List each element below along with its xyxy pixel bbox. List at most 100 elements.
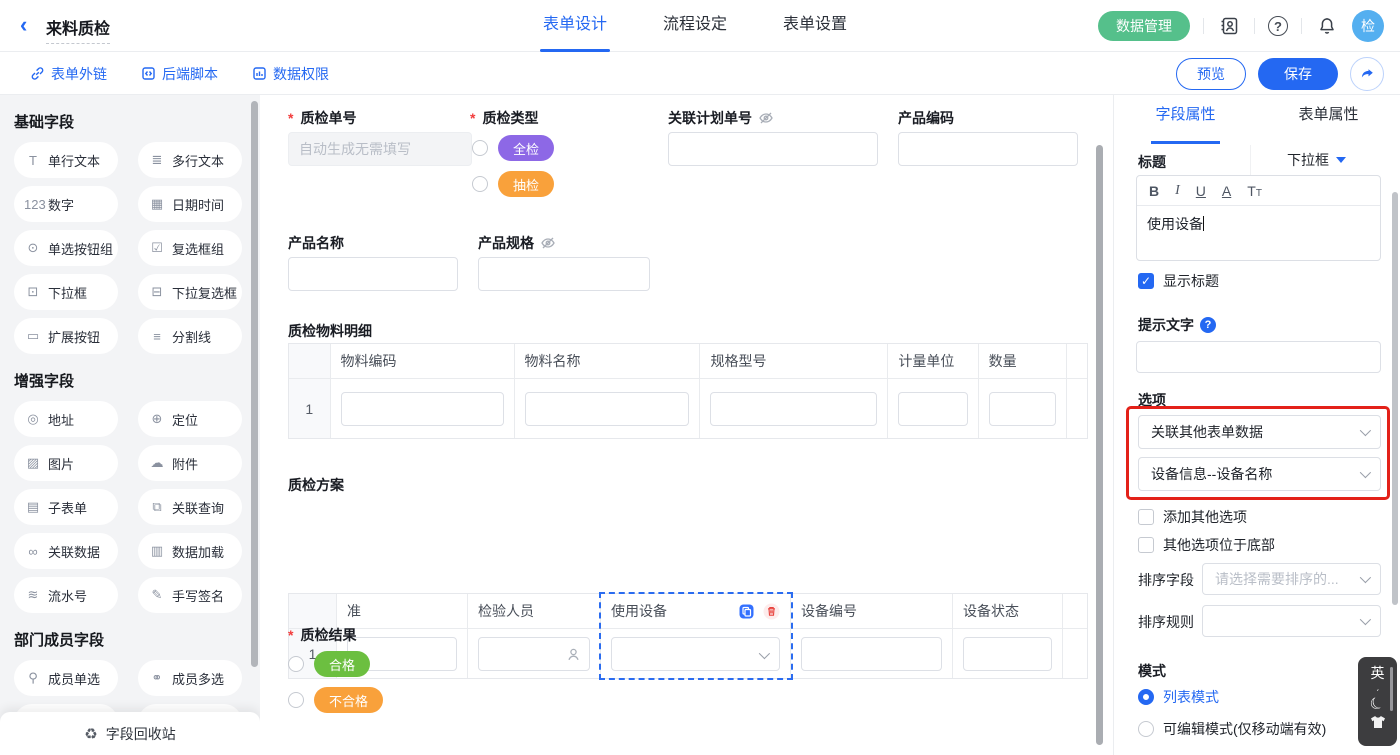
field-pill[interactable]: ✎ 手写签名 [138, 577, 242, 613]
font-size-button[interactable]: TT [1247, 183, 1262, 199]
dark-mode-icon[interactable]: ☾ [1366, 692, 1388, 716]
field-pill[interactable]: ⊟ 下拉复选框 [138, 274, 242, 310]
device-status-input[interactable] [963, 637, 1052, 671]
spec-model-input[interactable] [710, 392, 877, 426]
header-cell-rownum [289, 344, 331, 378]
field-pill[interactable]: ▦ 日期时间 [138, 186, 242, 222]
tab-form-setting[interactable]: 表单设置 [783, 0, 847, 52]
member-field-list: ⚲ 成员单选 ⚭ 成员多选 [0, 660, 260, 696]
option-pill[interactable]: 不合格 [314, 687, 383, 713]
field-pill[interactable]: ▨ 图片 [14, 445, 118, 481]
product-code-input[interactable] [898, 132, 1078, 166]
field-pill[interactable]: ∞ 关联数据 [14, 533, 118, 569]
product-name-input[interactable] [288, 257, 458, 291]
inspect-no-input[interactable] [288, 132, 472, 166]
tab-form-props[interactable]: 表单属性 [1257, 95, 1400, 137]
field-pill[interactable]: ◎ 地址 [14, 401, 118, 437]
share-button[interactable] [1350, 57, 1384, 91]
material-code-input[interactable] [341, 392, 504, 426]
tshirt-icon[interactable] [1370, 715, 1386, 729]
translate-float-widget[interactable]: 英 ˏ ☾ [1358, 657, 1397, 746]
product-spec-input[interactable] [478, 257, 650, 291]
delete-column-icon[interactable] [763, 603, 780, 620]
add-other-checkbox[interactable] [1138, 509, 1154, 525]
sidebar-scrollbar[interactable] [251, 101, 258, 667]
backend-script-item[interactable]: 后端脚本 [141, 64, 218, 84]
radio-button[interactable] [472, 140, 488, 156]
external-link-item[interactable]: 表单外链 [30, 64, 107, 84]
tab-form-design[interactable]: 表单设计 [543, 0, 607, 52]
field-pill[interactable]: ⚲ 成员单选 [14, 660, 118, 696]
field-pill[interactable]: ☁ 附件 [138, 445, 242, 481]
italic-button[interactable]: I [1175, 183, 1180, 199]
field-pill[interactable]: ⊕ 定位 [138, 401, 242, 437]
panel-scrollbar[interactable] [1392, 192, 1398, 605]
page-title[interactable]: 来料质检 [46, 15, 110, 44]
device-no-input[interactable] [801, 637, 942, 671]
device-select[interactable] [611, 637, 780, 671]
underline-button[interactable]: U [1196, 183, 1206, 199]
plan-table-row: 1 [289, 628, 1087, 678]
option-source-select[interactable]: 关联其他表单数据 [1138, 415, 1381, 449]
sort-field-select[interactable]: 请选择需要排序的... [1202, 563, 1381, 595]
field-pill[interactable]: ⊡ 下拉框 [14, 274, 118, 310]
field-type-select[interactable]: 下拉框 [1250, 145, 1382, 175]
field-pill[interactable]: ▤ 子表单 [14, 489, 118, 525]
radio-button[interactable] [288, 692, 304, 708]
save-button[interactable]: 保存 [1258, 58, 1338, 90]
field-pill-label: 关联数据 [48, 542, 100, 561]
title-editor-body[interactable]: 使用设备 [1137, 206, 1380, 242]
show-title-checkbox[interactable]: ✓ [1138, 273, 1154, 289]
field-pill[interactable]: ⊙ 单选按钮组 [14, 230, 118, 266]
option-field-select[interactable]: 设备信息--设备名称 [1138, 457, 1381, 491]
radio-button[interactable] [288, 656, 304, 672]
field-pill[interactable]: ⧉ 关联查询 [138, 489, 242, 525]
tab-flow-setting[interactable]: 流程设定 [663, 0, 727, 52]
contact-book-icon[interactable] [1217, 14, 1241, 38]
plan-no-input[interactable] [668, 132, 878, 166]
unit-input[interactable] [898, 392, 967, 426]
field-pill[interactable]: T 单行文本 [14, 142, 118, 178]
field-pill[interactable]: 123 数字 [14, 186, 118, 222]
sort-rule-select[interactable] [1202, 605, 1381, 637]
field-pill[interactable]: ⚭ 成员多选 [138, 660, 242, 696]
font-color-button[interactable]: A [1222, 183, 1231, 199]
canvas-scrollbar[interactable] [1096, 145, 1103, 745]
user-avatar[interactable]: 检 [1352, 10, 1384, 42]
property-panel: 字段属性 表单属性 标题 下拉框 B I U A TT 使用设备 ✓ 显示标题 … [1113, 95, 1400, 755]
preview-button[interactable]: 预览 [1176, 58, 1246, 90]
material-name-input[interactable] [525, 392, 690, 426]
option-pill[interactable]: 合格 [314, 651, 370, 677]
field-pill[interactable]: ▭ 扩展按钮 [14, 318, 118, 354]
field-pill[interactable]: ≡ 分割线 [138, 318, 242, 354]
radio-button[interactable] [1138, 721, 1154, 737]
field-pill[interactable]: ≣ 多行文本 [138, 142, 242, 178]
radio-button[interactable] [472, 176, 488, 192]
quantity-input[interactable] [989, 392, 1056, 426]
field-pill[interactable]: ≋ 流水号 [14, 577, 118, 613]
field-pill-label: 多行文本 [172, 151, 224, 170]
chevron-down-icon [1360, 614, 1371, 625]
bold-button[interactable]: B [1149, 183, 1159, 199]
form-design-canvas: * 质检单号 * 质检类型 全检 抽检 关联计划单号 产品编码 产品名称 [260, 95, 1113, 755]
tab-field-props[interactable]: 字段属性 [1114, 95, 1257, 137]
field-recycle-bin[interactable]: ♻ 字段回收站 [0, 712, 260, 755]
copy-column-icon[interactable] [738, 603, 755, 620]
field-pill[interactable]: ▥ 数据加载 [138, 533, 242, 569]
field-pill[interactable]: ☑ 复选框组 [138, 230, 242, 266]
back-icon[interactable]: ‹ [20, 13, 27, 37]
option-pill[interactable]: 抽检 [498, 171, 554, 197]
inspector-picker[interactable] [478, 637, 590, 671]
radio-selected[interactable] [1138, 689, 1154, 705]
header-cell-selected: 使用设备 [601, 594, 791, 628]
notification-bell-icon[interactable] [1315, 14, 1339, 38]
help-icon[interactable]: ? [1268, 16, 1288, 36]
other-bottom-checkbox[interactable] [1138, 537, 1154, 553]
translate-lang-label[interactable]: 英 [1371, 663, 1385, 683]
option-pill[interactable]: 全检 [498, 135, 554, 161]
hint-text-input[interactable] [1136, 341, 1381, 373]
data-permission-item[interactable]: 数据权限 [252, 64, 329, 84]
toolbar-actions: 预览 保存 [1176, 57, 1384, 91]
data-manage-button[interactable]: 数据管理 [1098, 11, 1190, 41]
help-icon[interactable]: ? [1200, 317, 1216, 333]
